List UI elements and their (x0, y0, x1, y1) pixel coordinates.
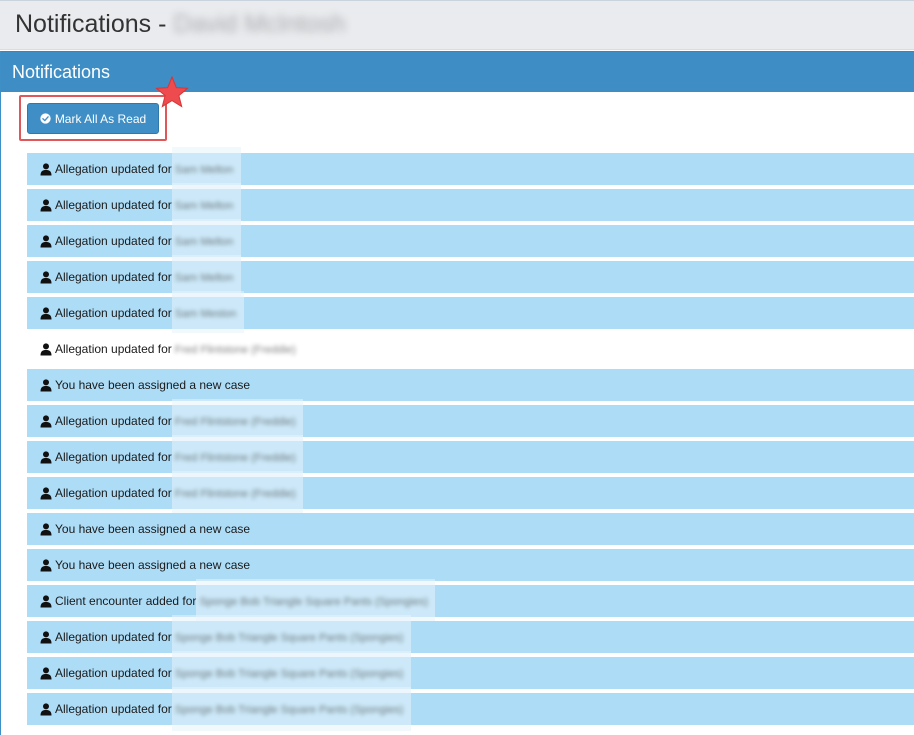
notification-text: Client encounter added for (55, 594, 197, 608)
user-icon (39, 162, 52, 176)
notification-list: Allegation updated for Sam Melton Allegati… (27, 147, 914, 731)
page-title: Notifications - David McIntosh (15, 10, 346, 38)
user-icon (39, 414, 52, 428)
notification-subject-name: Sponge Bob Triangle Square Pants (Spongi… (171, 615, 411, 659)
notification-subject-name: Sponge Bob Triangle Square Pants (Spongi… (171, 651, 411, 695)
notification-text: You have been assigned a new case (55, 558, 251, 572)
notification-item[interactable]: Allegation updated for Sam Melton (27, 183, 914, 227)
notification-subject-name: Sam Melton (171, 147, 241, 191)
notification-subject-name: Fred Flintstone (Freddie) (171, 435, 303, 479)
notification-item[interactable]: Allegation updated for Sponge Bob Triangl… (27, 687, 914, 731)
notification-text: Allegation updated for (55, 270, 172, 284)
user-icon (39, 306, 52, 320)
user-icon (39, 558, 52, 572)
notification-item[interactable]: Allegation updated for Sam Melton (27, 219, 914, 263)
notification-subject-name: Sam Melton (171, 255, 241, 299)
notification-subject-name: Fred Flintstone (Freddie) (175, 333, 296, 365)
notification-text: Allegation updated for (55, 414, 172, 428)
check-circle-icon (40, 113, 51, 124)
notification-text: Allegation updated for (55, 666, 172, 680)
notification-text: Allegation updated for (55, 630, 172, 644)
notification-item[interactable]: You have been assigned a new case (27, 549, 914, 581)
notification-text: You have been assigned a new case (55, 378, 251, 392)
notification-item[interactable]: Allegation updated for Fred Flintstone (F… (27, 333, 914, 365)
notification-item[interactable]: Allegation updated for Fred Flintstone (F… (27, 399, 914, 443)
notification-text: Allegation updated for (55, 162, 172, 176)
notification-text: Allegation updated for (55, 342, 172, 356)
notification-subject-name-text: Fred Flintstone (Freddie) (174, 488, 296, 500)
notification-item[interactable]: You have been assigned a new case (27, 513, 914, 545)
notification-text: Allegation updated for (55, 198, 172, 212)
page-title-label: Notifications - (15, 10, 174, 38)
notification-subject-name: Sam Melton (171, 183, 241, 227)
notification-subject-name: Fred Flintstone (Freddie) (171, 471, 303, 515)
user-icon (39, 666, 52, 680)
page-title-user-name: David McIntosh (173, 10, 346, 38)
notification-subject-name: Fred Flintstone (Freddie) (171, 399, 303, 443)
mark-all-as-read-button[interactable]: Mark All As Read (27, 103, 159, 134)
notification-subject-name-text: Sam Meston (174, 308, 237, 320)
star-icon (155, 75, 189, 108)
user-icon (39, 270, 52, 284)
notification-item[interactable]: Allegation updated for Sam Meston (27, 291, 914, 335)
notification-subject-name-text: Sam Melton (174, 236, 234, 248)
notification-item[interactable]: Allegation updated for Fred Flintstone (F… (27, 471, 914, 515)
notification-text: You have been assigned a new case (55, 522, 251, 536)
notification-subject-name-text: Fred Flintstone (Freddie) (174, 344, 296, 356)
notification-subject-name-text: Sponge Bob Triangle Square Pants (Spongi… (174, 704, 404, 716)
notification-item[interactable]: Allegation updated for Fred Flintstone (F… (27, 435, 914, 479)
user-icon (39, 198, 52, 212)
notification-text: Allegation updated for (55, 306, 172, 320)
page-header: Notifications - David McIntosh (0, 0, 914, 50)
mark-all-as-read-label: Mark All As Read (54, 111, 147, 126)
notification-item[interactable]: Allegation updated for Sponge Bob Triangl… (27, 651, 914, 695)
user-icon (39, 594, 52, 608)
notification-subject-name: Sam Meston (171, 291, 244, 335)
user-icon (39, 234, 52, 248)
notification-subject-name: Sam Melton (171, 219, 241, 263)
notification-subject-name: Sponge Bob Triangle Square Pants (Spongi… (196, 579, 436, 623)
notification-subject-name-text: Sponge Bob Triangle Square Pants (Spongi… (174, 668, 404, 680)
notification-item[interactable]: Allegation updated for Sponge Bob Triangl… (27, 615, 914, 659)
notification-subject-name-text: Sponge Bob Triangle Square Pants (Spongi… (199, 596, 429, 608)
notification-subject-name-text: Sponge Bob Triangle Square Pants (Spongi… (174, 632, 404, 644)
notification-text: Allegation updated for (55, 486, 172, 500)
notification-subject-name-text: Fred Flintstone (Freddie) (174, 452, 296, 464)
user-icon (39, 378, 52, 392)
panel-heading: Notifications (1, 51, 914, 92)
notification-subject-name-text: Sam Melton (174, 164, 234, 176)
notification-subject-name-text: Sam Melton (174, 200, 234, 212)
notification-text: Allegation updated for (55, 234, 172, 248)
notification-subject-name-text: Fred Flintstone (Freddie) (174, 416, 296, 428)
notification-subject-name-text: Sam Melton (174, 272, 234, 284)
notifications-panel: Notifications Mark All As Read Allegatio… (0, 51, 914, 735)
notification-text: Allegation updated for (55, 450, 172, 464)
user-icon (39, 702, 52, 716)
notification-item[interactable]: Client encounter added for Sponge Bob Tri… (27, 579, 914, 623)
user-icon (39, 630, 52, 644)
user-icon (39, 522, 52, 536)
user-icon (39, 450, 52, 464)
notification-item[interactable]: Allegation updated for Sam Melton (27, 255, 914, 299)
user-icon (39, 486, 52, 500)
notification-subject-name: Sponge Bob Triangle Square Pants (Spongi… (171, 687, 411, 731)
notification-text: Allegation updated for (55, 702, 172, 716)
notification-item[interactable]: You have been assigned a new case (27, 369, 914, 401)
user-icon (39, 342, 52, 356)
notification-item[interactable]: Allegation updated for Sam Melton (27, 147, 914, 191)
